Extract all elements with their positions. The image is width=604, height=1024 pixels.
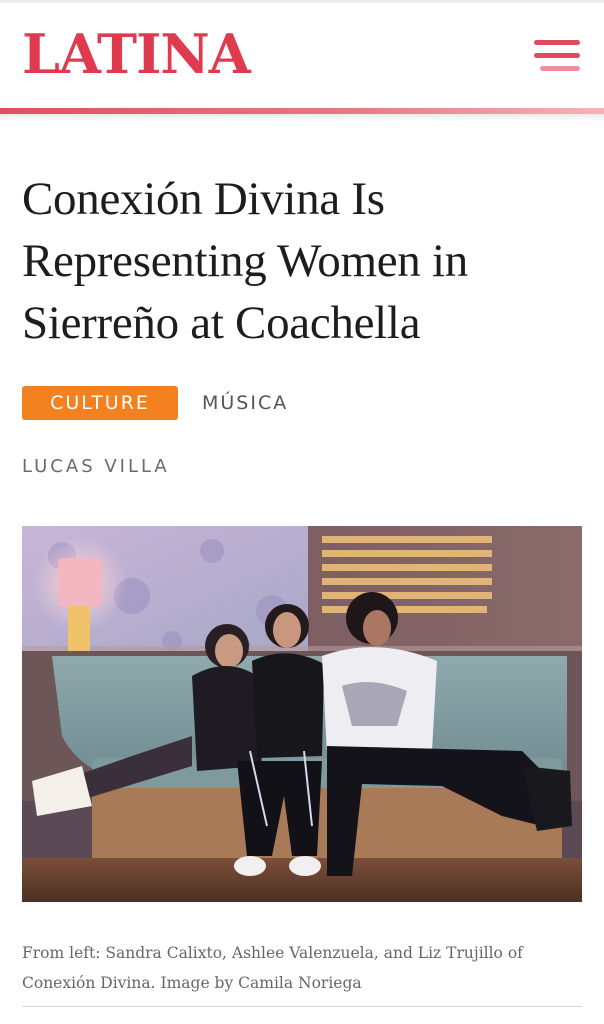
- menu-line: [540, 66, 580, 71]
- hamburger-menu-icon[interactable]: [528, 36, 584, 78]
- site-logo[interactable]: LATINA: [22, 24, 251, 84]
- site-header: LATINA: [0, 0, 604, 112]
- band-photo-illustration: [22, 526, 582, 902]
- tag-musica[interactable]: MÚSICA: [202, 386, 288, 420]
- author-byline[interactable]: LUCAS VILLA: [22, 452, 170, 482]
- article-title: Conexión Divina Is Representing Women in…: [22, 173, 468, 349]
- menu-line: [534, 40, 580, 45]
- top-divider: [0, 0, 604, 3]
- content-divider: [22, 1006, 582, 1007]
- article-hero-image: [22, 526, 582, 902]
- menu-line: [534, 53, 580, 58]
- tag-culture[interactable]: CULTURE: [22, 386, 178, 420]
- header-shadow: [0, 114, 604, 122]
- image-caption: From left: Sandra Calixto, Ashlee Valenz…: [22, 943, 523, 992]
